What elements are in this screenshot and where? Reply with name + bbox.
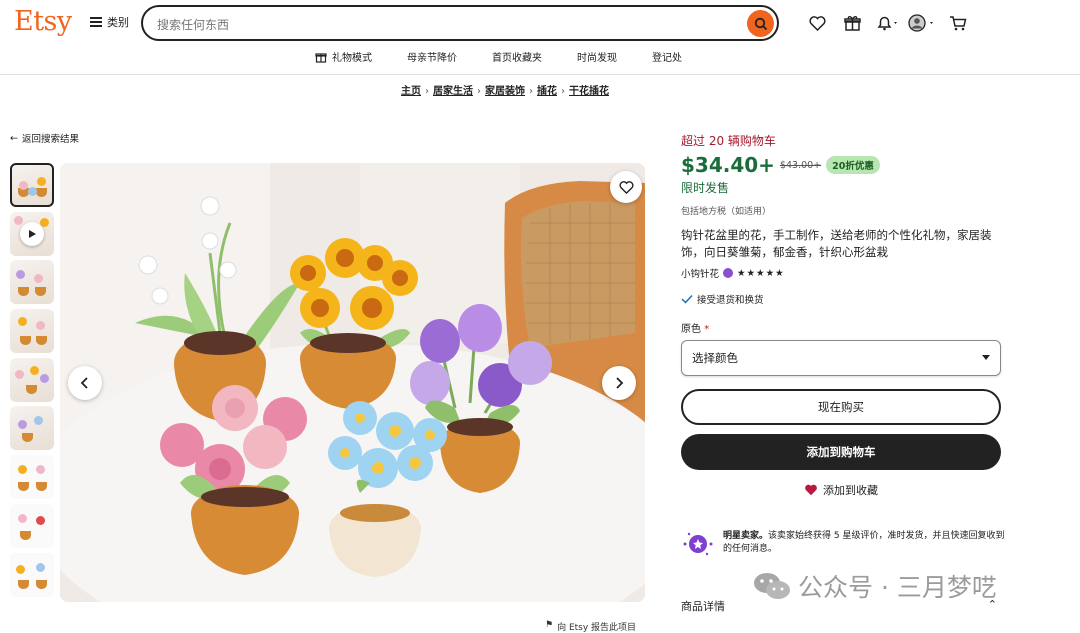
play-icon	[20, 221, 44, 246]
chevron-right-icon: ›	[529, 86, 533, 97]
bell-icon	[877, 16, 897, 31]
breadcrumb-home-decor[interactable]: 家居装饰	[485, 86, 525, 97]
notifications-button[interactable]	[870, 12, 905, 34]
gift-icon	[844, 16, 861, 31]
thumbnail[interactable]	[10, 552, 54, 597]
buy-now-button[interactable]: 现在购买	[681, 389, 1001, 425]
back-to-results-link[interactable]: ← 返回搜索结果	[10, 131, 79, 146]
color-select[interactable]: 选择颜色	[681, 340, 1001, 376]
avatar-icon	[907, 14, 933, 32]
breadcrumb: 主页 › 居家生活 › 家居装饰 › 插花 › 干花插花	[0, 82, 1010, 97]
heart-icon	[809, 15, 826, 31]
search-bar[interactable]: 搜索任何东西	[141, 5, 779, 41]
heart-icon	[618, 180, 634, 194]
thumbnail[interactable]	[10, 455, 54, 500]
breadcrumb-home[interactable]: 主页	[401, 86, 421, 97]
current-price: $34.40+	[681, 153, 775, 177]
video-thumbnail[interactable]	[10, 211, 54, 256]
watermark: 公众号 · 三月梦呓	[752, 568, 997, 604]
account-button[interactable]	[905, 12, 940, 34]
gifts-button[interactable]	[835, 12, 870, 34]
discount-badge: 20折优惠	[826, 156, 880, 174]
gift-icon	[315, 52, 327, 63]
thumbnail[interactable]	[10, 260, 54, 305]
color-select-value: 选择颜色	[692, 351, 738, 365]
thumbnail[interactable]	[10, 309, 54, 354]
favorites-button[interactable]	[800, 12, 835, 34]
breadcrumb-flower-arrangements[interactable]: 插花	[537, 86, 557, 97]
thumbnail-strip	[10, 163, 56, 601]
thumbnail[interactable]	[10, 503, 54, 548]
subnav-label: 登记处	[652, 53, 682, 64]
next-image-button[interactable]	[602, 366, 636, 400]
required-marker: *	[704, 324, 710, 335]
subnav-label: 首页收藏夹	[492, 53, 542, 64]
wechat-icon	[754, 573, 790, 599]
thumbnail[interactable]	[10, 357, 54, 402]
returns-label: 接受退货和换货	[697, 295, 764, 306]
favorite-toggle-button[interactable]	[610, 171, 642, 203]
product-title: 钩针花盆里的花，手工制作，送给老师的个性化礼物，家居装饰，向日葵雏菊，郁金香，针…	[681, 228, 992, 259]
add-to-favorites-label: 添加到收藏	[823, 484, 878, 497]
thumbnail[interactable]	[10, 406, 54, 451]
star-seller-info: 明星卖家。该卖家始终获得 5 星级评价，准时发货，并且快速回复收到的任何消息。	[681, 530, 1006, 558]
original-price: $43.00+	[779, 159, 822, 171]
search-button[interactable]	[747, 10, 774, 37]
cart-button[interactable]	[940, 12, 975, 34]
report-label: 向 Etsy 报告此项目	[557, 623, 637, 633]
back-label: 返回搜索结果	[21, 134, 79, 145]
categories-button[interactable]: 类别	[90, 14, 129, 30]
thumbnail[interactable]	[10, 163, 54, 207]
subnav-gift-mode[interactable]: 礼物模式	[315, 49, 372, 64]
check-icon	[681, 294, 693, 304]
subnav-registry[interactable]: 登记处	[652, 49, 682, 64]
chevron-right-icon: ›	[477, 86, 481, 97]
in-carts-notice: 超过 20 辆购物车	[681, 134, 776, 148]
sale-label: 限时发售	[681, 181, 730, 195]
menu-icon	[90, 17, 102, 27]
star-seller-icon	[683, 532, 713, 556]
chevron-left-icon	[80, 377, 88, 389]
chevron-right-icon: ›	[425, 86, 429, 97]
subnav-label: 时尚发现	[577, 53, 617, 64]
product-info-panel: 超过 20 辆购物车 $34.40+ $43.00+ 20折优惠 限时发售 包括…	[681, 130, 1001, 498]
subnav-fashion-finds[interactable]: 时尚发现	[577, 49, 617, 64]
etsy-logo[interactable]: Etsy	[14, 6, 72, 37]
categories-label: 类别	[107, 16, 129, 29]
add-to-cart-button[interactable]: 添加到购物车	[681, 434, 1001, 470]
arrow-left-icon: ←	[10, 132, 18, 144]
site-header: Etsy 类别 搜索任何东西 礼物模式 母亲节降价 首页收藏夹 时尚发现 登记处	[0, 0, 1080, 75]
breadcrumb-dried-flowers[interactable]: 干花插花	[569, 86, 609, 97]
heart-filled-icon	[805, 484, 817, 496]
tax-note: 包括地方税（如适用）	[681, 207, 772, 217]
add-to-favorites-button[interactable]: 添加到收藏	[681, 482, 1001, 498]
crochet-flowers-photo	[60, 163, 645, 602]
watermark-text: 公众号 · 三月梦呓	[798, 573, 997, 602]
item-details-label: 商品详情	[681, 600, 725, 613]
search-input[interactable]: 搜索任何东西	[157, 16, 229, 33]
subnav-mothers-day[interactable]: 母亲节降价	[407, 49, 457, 64]
product-main-image[interactable]	[60, 163, 645, 602]
chevron-right-icon: ›	[561, 86, 565, 97]
star-seller-title: 明星卖家。	[723, 531, 769, 541]
subnav-label: 母亲节降价	[407, 53, 457, 64]
subnav-label: 礼物模式	[332, 53, 372, 64]
report-item-link[interactable]: ⚑ 向 Etsy 报告此项目	[545, 620, 636, 633]
color-label: 原色 *	[681, 324, 710, 335]
flag-icon: ⚑	[545, 620, 554, 630]
chevron-right-icon	[616, 377, 624, 389]
star-seller-badge-icon	[723, 268, 734, 278]
caret-down-icon	[982, 355, 990, 360]
previous-image-button[interactable]	[68, 366, 102, 400]
sub-navigation: 礼物模式 母亲节降价 首页收藏夹 时尚发现 登记处	[315, 49, 717, 64]
cart-icon	[949, 16, 966, 31]
search-icon	[754, 17, 767, 30]
shop-name-link[interactable]: 小钩针花	[681, 266, 719, 280]
subnav-home-favorites[interactable]: 首页收藏夹	[492, 49, 542, 64]
breadcrumb-home-living[interactable]: 居家生活	[433, 86, 473, 97]
rating-stars[interactable]: ★★★★★	[737, 268, 785, 279]
